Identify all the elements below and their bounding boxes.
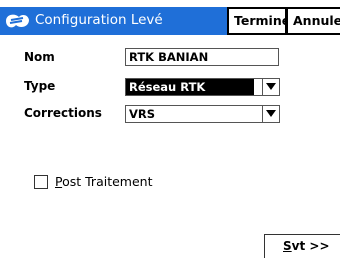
chevron-down-icon [266,83,276,90]
next-label-rest: vt >> [291,239,330,253]
type-dropdown-arrow[interactable] [262,79,279,95]
post-traitement-checkbox[interactable] [34,175,48,189]
type-selected-value: Réseau RTK [126,79,254,95]
cancel-button[interactable]: Annule [286,7,340,35]
next-button[interactable]: Svt >> [264,234,340,258]
type-label: Type [24,79,56,93]
title-area: Configuration Levé [0,7,227,35]
nom-label: Nom [24,50,55,64]
nom-field[interactable]: RTK BANIAN [125,48,279,66]
post-traitement-label-rest: ost Traitement [62,174,153,189]
next-mnemonic: S [283,239,292,253]
chevron-down-icon [266,110,276,117]
corrections-label: Corrections [24,106,102,120]
corrections-dropdown[interactable]: VRS [125,105,280,123]
done-button[interactable]: Terminé [227,7,287,35]
window-title: Configuration Levé [35,12,163,28]
app-logo-icon [3,11,31,31]
type-dropdown[interactable]: Réseau RTK [125,78,280,96]
title-bar: Configuration Levé Terminé Annule [0,0,340,36]
corrections-selected-value: VRS [129,107,156,121]
corrections-dropdown-arrow[interactable] [262,106,279,122]
post-traitement-label[interactable]: Post Traitement [55,174,152,189]
